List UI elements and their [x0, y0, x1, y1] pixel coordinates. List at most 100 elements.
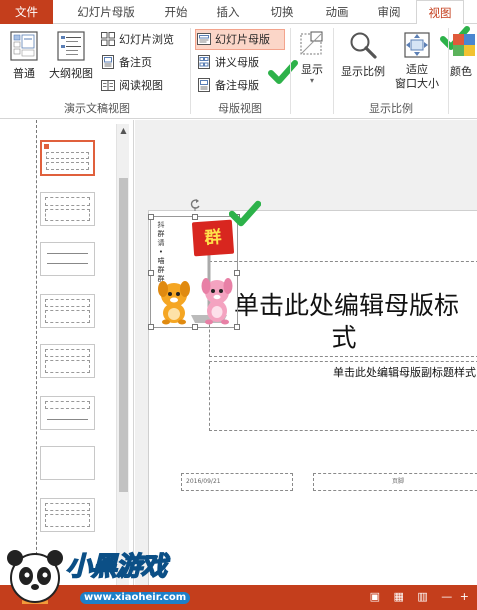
flag-text: 群: [203, 227, 223, 249]
group-divider: [190, 28, 191, 114]
thumbnail-scrollbar[interactable]: ▲: [116, 124, 129, 586]
thumbnail-pane: ▲: [0, 120, 134, 590]
thumbnail-title-placeholder: [45, 401, 90, 409]
outline-view-icon: [57, 31, 85, 61]
tab-insert[interactable]: 插入: [208, 0, 248, 24]
resize-handle[interactable]: [148, 270, 154, 276]
notes-page-label: 备注页: [119, 56, 152, 69]
slide-master-button[interactable]: 幻灯片母版: [195, 29, 285, 50]
group-divider: [333, 28, 334, 114]
fit-to-window-label-line2: 窗口大小: [395, 77, 439, 90]
subtitle-text: 单击此处编辑母版副标题样式: [333, 366, 476, 379]
group-divider: [290, 28, 291, 114]
watermark-brand: 小黑游戏: [65, 551, 168, 583]
normal-view-status-icon[interactable]: ▣: [370, 590, 380, 603]
thumbnail-line: [47, 263, 88, 264]
zoom-plus-icon[interactable]: +: [460, 590, 469, 603]
color-label: 颜色: [450, 65, 472, 78]
group-divider: [448, 28, 449, 114]
thumbnail-body-placeholder: [45, 310, 90, 323]
ribbon-tab-bar: 文件 幻灯片母版 开始 插入 切换 动画 审阅 视图: [0, 0, 477, 25]
orange-dog-icon: [158, 281, 190, 325]
show-button[interactable]: 显示 ▾: [294, 30, 330, 85]
tab-view[interactable]: 视图: [416, 0, 464, 25]
slide-thumbnail[interactable]: [40, 344, 95, 378]
slide-thumbnail[interactable]: [40, 446, 95, 480]
fit-to-window-icon: [404, 32, 430, 58]
slide-thumbnail-master[interactable]: [40, 140, 95, 176]
normal-view-button[interactable]: 普通: [6, 30, 42, 81]
slide-sorter-status-icon[interactable]: ▦: [393, 590, 403, 603]
notes-page-button[interactable]: 备注页: [100, 53, 152, 72]
fit-to-window-button[interactable]: 适应 窗口大小: [391, 30, 443, 91]
thumbnail-title-placeholder: [45, 197, 90, 206]
thumbnail-guide-line: [36, 120, 37, 590]
scroll-up-arrow-icon[interactable]: ▲: [117, 124, 130, 137]
tab-transitions[interactable]: 切换: [262, 0, 302, 24]
sticker-char: 请: [157, 239, 165, 247]
handout-master-button[interactable]: 讲义母版: [196, 53, 259, 72]
tab-file[interactable]: 文件: [0, 0, 53, 24]
thumbnail-line: [47, 253, 88, 254]
zoom-label: 显示比例: [341, 65, 385, 78]
notes-master-icon: [198, 78, 210, 92]
handout-master-icon: [198, 55, 210, 69]
reading-view-icon: [101, 80, 115, 91]
resize-handle[interactable]: [148, 324, 154, 330]
thumbnail-title-placeholder: [45, 299, 90, 307]
chevron-down-icon: ▾: [309, 76, 314, 85]
thumbnail-title-placeholder: [46, 152, 89, 159]
slide-master-icon: [197, 33, 211, 45]
group-label-presentation-views: 演示文稿视图: [64, 102, 130, 115]
sticker-char: 群: [157, 266, 165, 274]
zoom-button[interactable]: 显示比例: [336, 30, 390, 79]
zoom-minus-icon[interactable]: —: [441, 590, 452, 603]
sticker-side-text: 抖 群 请 • 喵 群 群: [156, 221, 166, 284]
slide-sorter-icon: [101, 32, 115, 46]
slide-sorter-label: 幻灯片浏览: [119, 33, 174, 46]
color-button[interactable]: 颜色: [450, 30, 477, 79]
thumbnail-body-placeholder: [45, 209, 90, 221]
tab-slide-master[interactable]: 幻灯片母版: [62, 0, 150, 24]
show-label: 显示: [301, 63, 323, 76]
slide-sorter-button[interactable]: 幻灯片浏览: [100, 30, 174, 49]
sticker-image-selection[interactable]: 抖 群 请 • 喵 群 群 群: [148, 199, 240, 330]
resize-handle[interactable]: [148, 214, 154, 220]
outline-view-button[interactable]: 大纲视图: [46, 30, 96, 81]
handout-master-label: 讲义母版: [215, 56, 259, 69]
flag-banner: 群: [191, 219, 235, 257]
title-placeholder[interactable]: 单击此处编辑母版标 式: [209, 261, 477, 357]
scrollbar-thumb[interactable]: [119, 178, 128, 492]
subtitle-placeholder[interactable]: 单击此处编辑母版副标题样式: [209, 361, 477, 431]
tab-animations[interactable]: 动画: [314, 0, 360, 24]
footer-placeholder[interactable]: 页脚: [313, 473, 477, 491]
thumbnail-line: [47, 419, 88, 420]
thumbnail-title-placeholder: [45, 349, 90, 357]
panda-icon: [7, 550, 63, 604]
sticker-char: 群: [157, 230, 165, 238]
reading-view-button[interactable]: 阅读视图: [100, 76, 163, 95]
thumbnail-body-placeholder: [46, 162, 89, 170]
magnifier-icon: [350, 32, 377, 59]
tab-home[interactable]: 开始: [156, 0, 196, 24]
show-icon: [300, 31, 323, 55]
tab-review[interactable]: 审阅: [366, 0, 412, 24]
slide-thumbnail[interactable]: [40, 498, 95, 532]
reading-view-status-icon[interactable]: ▥: [417, 590, 427, 603]
rotate-handle-icon[interactable]: [189, 197, 201, 211]
sticker-char: 抖: [157, 221, 165, 229]
slide-thumbnail[interactable]: [40, 294, 95, 328]
thumbnail-body-placeholder: [45, 360, 90, 373]
notes-master-button[interactable]: 备注母版: [196, 76, 259, 95]
slide-thumbnail[interactable]: [40, 396, 95, 430]
ribbon: 普通 大纲视图 幻灯片浏览 备注页 阅读视图 演示文稿视图 幻灯片母版 讲义母版…: [0, 24, 477, 119]
slide-thumbnail[interactable]: [40, 242, 95, 276]
normal-view-icon: [10, 31, 38, 61]
normal-view-label: 普通: [13, 67, 35, 80]
date-placeholder[interactable]: 2016/09/21: [181, 473, 293, 491]
thumbnail-sticker-mark: [44, 144, 49, 149]
sticker-char: •: [158, 248, 164, 256]
slide-thumbnail[interactable]: [40, 192, 95, 226]
watermark-logo: 小黑游戏 www.xiaoheir.com: [0, 538, 200, 610]
date-text: 2016/09/21: [186, 478, 221, 485]
